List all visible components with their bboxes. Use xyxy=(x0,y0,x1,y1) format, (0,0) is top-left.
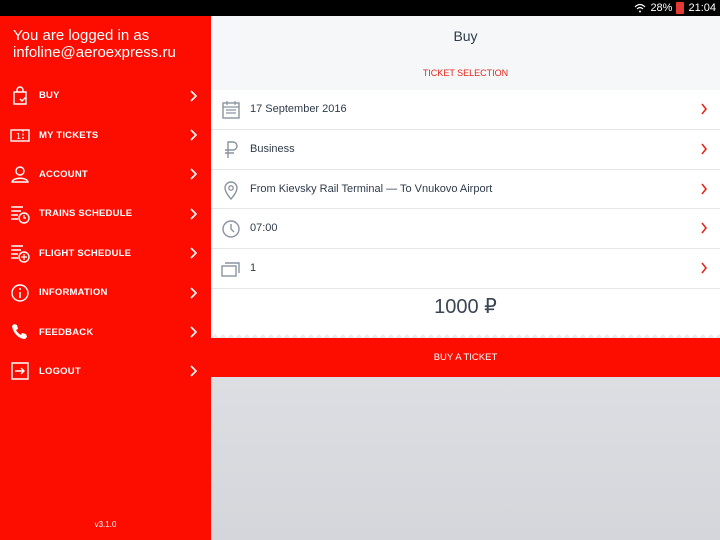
sidebar-item-information[interactable]: INFORMATION xyxy=(0,273,211,312)
class-row[interactable]: Business xyxy=(211,130,720,170)
sidebar-menu: BUY 1 MY TICKETS ACCOUNT TRAINS SCHEDULE… xyxy=(0,76,211,391)
chevron-right-icon xyxy=(701,262,708,274)
chevron-right-icon xyxy=(190,326,198,338)
sidebar-item-flight-schedule[interactable]: FLIGHT SCHEDULE xyxy=(0,234,211,273)
chevron-right-icon xyxy=(701,183,708,195)
calendar-icon xyxy=(222,101,240,119)
tickets-count-icon xyxy=(221,262,240,277)
login-text: You are logged in as infoline@aeroexpres… xyxy=(13,27,176,61)
ticket-card: 17 September 2016 Business From Kievsky … xyxy=(211,90,720,342)
battery-percent: 28% xyxy=(650,2,673,14)
app-version: v3.1.0 xyxy=(94,520,117,529)
chevron-right-icon xyxy=(190,90,198,102)
sidebar-item-label: ACCOUNT xyxy=(39,168,88,180)
header: Buy TICKET SELECTION xyxy=(211,16,720,90)
bag-icon xyxy=(13,86,27,105)
person-icon xyxy=(11,166,29,184)
total-price: 1000 ₽ xyxy=(434,296,497,318)
chevron-right-icon xyxy=(701,143,708,155)
class-value: Business xyxy=(250,142,295,155)
battery-icon xyxy=(676,2,685,14)
chevron-right-icon xyxy=(190,208,198,220)
time-value: 07:00 xyxy=(250,222,278,235)
date-value: 17 September 2016 xyxy=(250,103,347,115)
ticket-icon: 1 xyxy=(10,129,30,142)
sidebar-item-label: BUY xyxy=(39,90,60,102)
quantity-row[interactable]: 1 xyxy=(211,249,720,289)
chevron-right-icon xyxy=(190,365,198,377)
date-row[interactable]: 17 September 2016 xyxy=(211,90,720,130)
section-title: TICKET SELECTION xyxy=(422,68,509,78)
phone-icon xyxy=(12,324,27,340)
chevron-right-icon xyxy=(701,222,708,234)
svg-text:1: 1 xyxy=(16,132,21,141)
route-value: From Kievsky Rail Terminal — To Vnukovo … xyxy=(250,182,493,195)
sidebar-item-buy[interactable]: BUY xyxy=(0,76,211,115)
status-bar: 28% 21:04 xyxy=(0,0,720,16)
page-title: Buy xyxy=(453,28,478,44)
clock-icon xyxy=(222,220,240,239)
sidebar-item-trains-schedule[interactable]: TRAINS SCHEDULE xyxy=(0,194,211,233)
sidebar-item-label: INFORMATION xyxy=(39,287,108,299)
sidebar: You are logged in as infoline@aeroexpres… xyxy=(0,16,211,540)
chevron-right-icon xyxy=(190,287,198,299)
flight-schedule-icon xyxy=(11,245,30,263)
buy-ticket-button[interactable]: BUY A TICKET xyxy=(211,338,720,377)
info-icon xyxy=(11,283,29,302)
train-schedule-icon xyxy=(11,206,30,224)
sidebar-item-label: FEEDBACK xyxy=(39,326,94,338)
clock-time: 21:04 xyxy=(688,2,716,14)
quantity-value: 1 xyxy=(250,262,257,275)
logout-icon xyxy=(11,362,29,381)
sidebar-item-label: FLIGHT SCHEDULE xyxy=(39,247,132,259)
chevron-right-icon xyxy=(190,247,198,259)
chevron-right-icon xyxy=(701,103,708,115)
time-row[interactable]: 07:00 xyxy=(211,209,720,250)
sidebar-item-account[interactable]: ACCOUNT xyxy=(0,155,211,194)
sidebar-item-label: TRAINS SCHEDULE xyxy=(39,208,133,220)
location-icon xyxy=(224,180,238,200)
ruble-icon xyxy=(225,141,238,158)
main-panel: Buy TICKET SELECTION 17 September 2016 B… xyxy=(211,16,720,540)
sidebar-item-logout[interactable]: LOGOUT xyxy=(0,352,211,391)
sidebar-item-feedback[interactable]: FEEDBACK xyxy=(0,312,211,351)
chevron-right-icon xyxy=(190,168,198,181)
sidebar-item-label: LOGOUT xyxy=(39,365,81,377)
sidebar-item-label: MY TICKETS xyxy=(39,129,99,141)
sidebar-item-my-tickets[interactable]: 1 MY TICKETS xyxy=(0,115,211,154)
wifi-icon xyxy=(635,3,646,13)
chevron-right-icon xyxy=(190,129,198,141)
route-row[interactable]: From Kievsky Rail Terminal — To Vnukovo … xyxy=(211,170,720,210)
